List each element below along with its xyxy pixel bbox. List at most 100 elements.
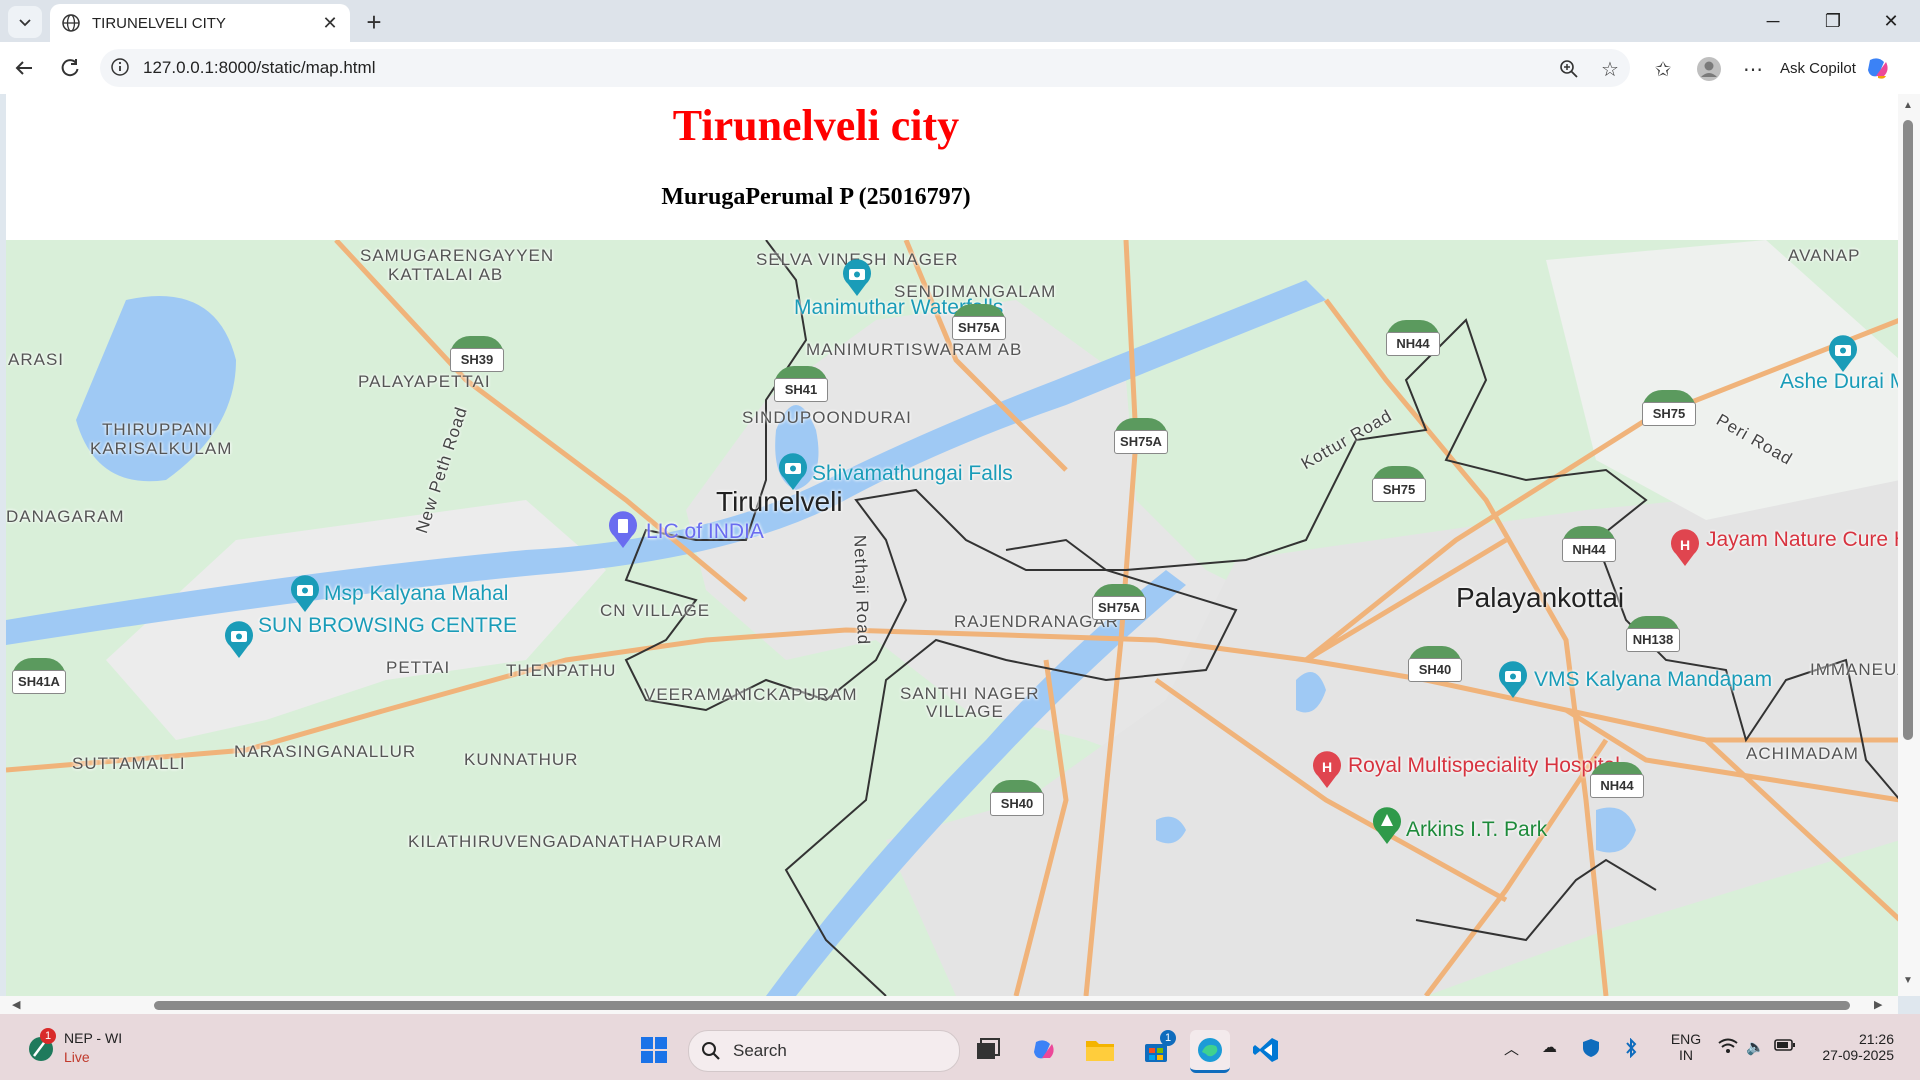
poi-label[interactable]: Manimuthar Waterfalls [794, 294, 1003, 321]
route-shield: NH44 [1590, 762, 1644, 802]
route-shield: SH75 [1372, 466, 1426, 506]
onedrive-icon[interactable]: ☁ [1542, 1038, 1557, 1056]
region-code: IN [1679, 1047, 1693, 1063]
route-shield: SH41 [774, 366, 828, 406]
camera-pin-icon[interactable] [840, 258, 874, 298]
route-shield: NH44 [1386, 320, 1440, 360]
svg-text:H: H [1322, 759, 1332, 775]
weather-title: NEP - WI [64, 1030, 123, 1046]
poi-label[interactable]: SUN BROWSING CENTRE [258, 612, 517, 639]
restore-button[interactable]: ❐ [1804, 0, 1862, 42]
city-label: Palayankottai [1456, 582, 1625, 613]
place-label: PETTAI [386, 658, 451, 677]
refresh-button[interactable] [52, 52, 88, 84]
place-label: SUTTAMALLI [72, 754, 186, 773]
scroll-left-icon[interactable]: ◀ [12, 998, 20, 1011]
poi-label[interactable]: LIC of INDIA [646, 518, 764, 545]
page-subtitle: MurugaPerumal P (25016797) [661, 184, 971, 210]
camera-pin-icon[interactable] [222, 620, 256, 660]
vertical-scroll-thumb[interactable] [1903, 120, 1913, 740]
road-label: Nethaji Road [850, 534, 874, 646]
task-view-icon[interactable] [968, 1030, 1008, 1070]
more-menu-icon[interactable]: ⋯ [1736, 53, 1770, 85]
scroll-up-icon[interactable]: ▲ [1903, 100, 1915, 112]
browser-tab[interactable]: TIRUNELVELI CITY ✕ [50, 4, 350, 42]
copilot-app-icon[interactable] [1024, 1030, 1064, 1070]
notification-badge: 1 [40, 1028, 56, 1044]
park-pin-icon[interactable] [1370, 806, 1404, 846]
page-title: Tirunelveli city [672, 101, 960, 150]
horizontal-scroll-thumb[interactable] [154, 1001, 1850, 1010]
camera-pin-icon[interactable] [776, 452, 810, 492]
weather-status: Live [64, 1049, 90, 1065]
favorite-star-icon[interactable]: ☆ [1593, 53, 1627, 85]
start-button[interactable] [634, 1030, 674, 1070]
place-label: VILLAGE [926, 702, 1004, 721]
vscode-icon[interactable] [1246, 1030, 1286, 1070]
weather-widget[interactable]: 1 NEP - WI Live [22, 1028, 132, 1068]
camera-pin-icon[interactable] [288, 574, 322, 614]
route-shield: SH75A [1114, 418, 1168, 458]
bluetooth-icon[interactable] [1624, 1037, 1638, 1062]
place-label: VEERAMANICKAPURAM [644, 685, 858, 704]
route-shield: SH75 [1642, 390, 1696, 430]
tab-title: TIRUNELVELI CITY [92, 14, 226, 32]
store-icon[interactable]: 1 [1136, 1030, 1176, 1070]
route-shield: NH138 [1626, 616, 1680, 656]
poi-label[interactable]: Royal Multispeciality Hospital [1348, 752, 1620, 779]
place-label: NARASINGANALLUR [234, 742, 417, 761]
scroll-down-icon[interactable]: ▼ [1903, 975, 1915, 987]
place-label: IMMANEUAL [1810, 660, 1900, 679]
place-label: ARASI [8, 350, 65, 369]
poi-label[interactable]: Jayam Nature Cure Hospital [1706, 526, 1900, 553]
scroll-right-icon[interactable]: ▶ [1874, 998, 1882, 1011]
profile-avatar[interactable] [1692, 53, 1726, 85]
volume-icon[interactable]: 🔈 [1746, 1038, 1765, 1056]
url-text[interactable]: 127.0.0.1:8000/static/map.html [143, 58, 375, 78]
refresh-icon [61, 59, 79, 77]
file-explorer-icon[interactable] [1080, 1030, 1120, 1070]
edge-app-icon[interactable] [1190, 1030, 1230, 1073]
search-placeholder: Search [733, 1041, 787, 1060]
route-shield: SH40 [1408, 646, 1462, 686]
poi-label[interactable]: Shivamathungai Falls [812, 460, 1013, 487]
poi-label[interactable]: Msp Kalyana Mahal [324, 580, 508, 607]
wifi-icon[interactable] [1718, 1038, 1738, 1058]
zoom-icon[interactable] [1552, 53, 1586, 85]
clock[interactable]: 21:26 27-09-2025 [1814, 1031, 1894, 1063]
close-tab-icon[interactable]: ✕ [316, 9, 344, 37]
place-label: THIRUPPANI [102, 420, 214, 439]
copilot-label: Ask Copilot [1780, 59, 1856, 77]
site-info-icon[interactable] [110, 57, 132, 79]
back-button[interactable] [6, 52, 42, 84]
place-label: KARISALKULAM [90, 439, 233, 458]
place-label: DANAGARAM [6, 507, 125, 526]
poi-label[interactable]: VMS Kalyana Mandapam [1534, 666, 1772, 693]
battery-icon[interactable] [1774, 1038, 1796, 1056]
hospital-pin-icon[interactable]: H [1668, 528, 1702, 568]
route-shield: NH44 [1562, 526, 1616, 566]
map-view[interactable]: SAMUGARENGAYYEN KATTALAI AB SELVA VINESH… [6, 240, 1900, 996]
place-label: KUNNATHUR [464, 750, 579, 769]
language-indicator[interactable]: ENG IN [1666, 1031, 1706, 1063]
hospital-pin-icon[interactable]: H [1310, 750, 1344, 790]
camera-pin-icon[interactable] [1496, 660, 1530, 700]
poi-label[interactable]: Ashe Durai Memorial [1780, 368, 1900, 395]
tray-overflow-icon[interactable]: ︿ [1504, 1038, 1519, 1059]
ask-copilot-button[interactable]: Ask Copilot [1780, 50, 1910, 86]
taskbar-search[interactable]: Search [688, 1030, 960, 1072]
minimize-button[interactable]: ─ [1744, 0, 1802, 42]
poi-label[interactable]: Arkins I.T. Park [1406, 816, 1547, 843]
security-icon[interactable] [1582, 1038, 1600, 1062]
tab-actions-button[interactable] [8, 6, 42, 38]
place-label: SAMUGARENGAYYEN [360, 246, 555, 265]
chevron-down-icon [19, 19, 31, 27]
place-label: CN VILLAGE [600, 601, 711, 620]
office-pin-icon[interactable] [606, 510, 640, 550]
place-label: KILATHIRUVENGADANATHAPURAM [408, 832, 723, 851]
place-label: THENPATHU [506, 661, 617, 680]
new-tab-button[interactable]: + [358, 6, 390, 38]
close-window-button[interactable]: ✕ [1862, 0, 1920, 42]
globe-icon [62, 14, 80, 32]
favorites-icon[interactable]: ✩ [1646, 53, 1680, 85]
